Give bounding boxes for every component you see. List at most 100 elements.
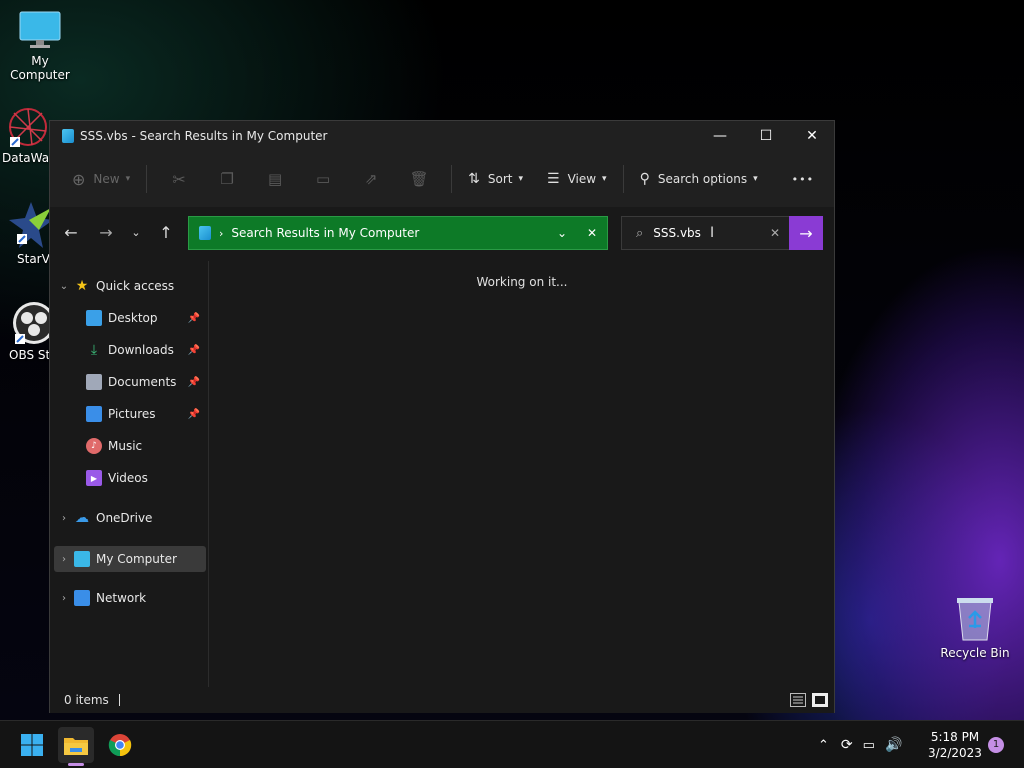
taskbar-chrome[interactable] xyxy=(102,727,138,763)
windows-logo-icon xyxy=(21,734,43,756)
search-go-button[interactable]: → xyxy=(789,216,823,250)
volume-icon[interactable]: 🔊 xyxy=(885,737,902,753)
sort-icon: ⇅ xyxy=(468,171,480,187)
search-results-pane: Working on it... xyxy=(210,261,834,687)
desktop-icon-recycle-bin[interactable]: Recycle Bin xyxy=(935,596,1015,660)
status-bar: 0 items xyxy=(50,687,834,713)
monitor-icon xyxy=(18,10,62,50)
new-label: New xyxy=(93,172,120,186)
sidebar-item-music[interactable]: ♪ Music xyxy=(54,434,206,458)
clock-date: 3/2/2023 xyxy=(928,746,982,760)
chevron-down-icon: ▾ xyxy=(125,174,131,184)
paste-button[interactable]: ▤ xyxy=(251,163,299,195)
minimize-icon: — xyxy=(713,128,727,144)
clear-search-button[interactable]: ✕ xyxy=(760,226,790,240)
start-button[interactable] xyxy=(14,727,50,763)
cut-button[interactable]: ✂ xyxy=(155,163,203,195)
file-icon xyxy=(62,129,74,143)
taskbar: ⌃ ⟳ ▭ 🔊 5:18 PM 3/2/2023 1 xyxy=(0,720,1024,768)
search-options-label: Search options xyxy=(657,172,748,186)
desktop-icon-label: My Computer xyxy=(10,54,70,82)
search-box[interactable]: ⌕ SSS.vbs I ✕ xyxy=(621,216,791,250)
desktop-icon-label: Recycle Bin xyxy=(940,646,1010,660)
view-list-icon: ☰ xyxy=(547,171,560,187)
details-view-icon xyxy=(793,696,803,704)
sync-icon[interactable]: ⟳ xyxy=(841,737,853,753)
network-status-icon[interactable]: ▭ xyxy=(863,738,875,753)
notification-badge[interactable]: 1 xyxy=(988,737,1004,753)
sidebar-item-desktop[interactable]: Desktop 📌 xyxy=(54,306,206,330)
window-title: SSS.vbs - Search Results in My Computer xyxy=(80,129,328,143)
rename-icon: ▭ xyxy=(316,170,331,188)
sort-button[interactable]: ⇅ Sort ▾ xyxy=(460,163,531,195)
view-button[interactable]: ☰ View ▾ xyxy=(539,163,615,195)
pin-icon: 📌 xyxy=(187,376,200,388)
share-icon: ⇗ xyxy=(364,170,378,188)
search-options-button[interactable]: ⚲ Search options ▾ xyxy=(632,163,766,195)
arrow-right-icon: → xyxy=(799,223,813,243)
up-button[interactable]: ↑ xyxy=(154,220,178,244)
sidebar-item-my-computer[interactable]: › My Computer xyxy=(54,546,206,572)
search-options-icon: ⚲ xyxy=(639,171,650,187)
sidebar-item-pictures[interactable]: Pictures 📌 xyxy=(54,402,206,426)
see-more-button[interactable]: ••• xyxy=(784,163,822,195)
copy-button[interactable]: ❐ xyxy=(203,163,251,195)
chevron-up-icon[interactable]: ⌃ xyxy=(818,738,829,753)
address-dropdown-button[interactable]: ⌄ xyxy=(547,226,577,240)
sidebar-item-label: Desktop xyxy=(108,311,158,325)
clock[interactable]: 5:18 PM 3/2/2023 xyxy=(920,729,990,761)
details-view-button[interactable] xyxy=(790,693,806,707)
folder-icon xyxy=(64,738,88,755)
forward-button[interactable]: → xyxy=(94,220,118,244)
search-input[interactable]: SSS.vbs xyxy=(653,226,760,240)
sidebar-item-documents[interactable]: Documents 📌 xyxy=(54,370,206,394)
close-icon: ✕ xyxy=(806,128,818,144)
clock-time: 5:18 PM xyxy=(930,730,980,744)
trash-icon: 🗑 xyxy=(409,170,429,188)
pane-divider[interactable] xyxy=(208,261,209,687)
recent-locations-button[interactable]: ⌄ xyxy=(124,220,148,244)
pin-icon: 📌 xyxy=(187,408,200,420)
desktop-icon-my-computer[interactable]: My Computer xyxy=(0,10,80,82)
music-icon: ♪ xyxy=(86,438,102,454)
address-clear-button[interactable]: ✕ xyxy=(577,226,607,240)
pictures-icon xyxy=(86,406,102,422)
new-button[interactable]: ⊕ New ▾ xyxy=(64,163,138,195)
close-button[interactable]: ✕ xyxy=(789,121,835,151)
sidebar-item-quick-access[interactable]: ⌄ ★ Quick access xyxy=(54,274,206,298)
sidebar-item-onedrive[interactable]: › ☁ OneDrive xyxy=(54,506,206,530)
address-text: Search Results in My Computer xyxy=(231,226,420,240)
address-bar[interactable]: › Search Results in My Computer ⌄ ✕ xyxy=(188,216,608,250)
large-icons-view-icon xyxy=(815,696,825,704)
sidebar-item-label: Music xyxy=(108,439,143,453)
chevron-down-icon: ⌄ xyxy=(131,225,141,239)
desktop-folder-icon xyxy=(86,310,102,326)
delete-button[interactable]: 🗑 xyxy=(395,163,443,195)
sidebar-item-network[interactable]: › Network xyxy=(54,586,206,610)
navigation-pane: ⌄ ★ Quick access Desktop 📌 ⤓ Downloads 📌… xyxy=(50,261,208,687)
sidebar-item-videos[interactable]: ▶ Videos xyxy=(54,466,206,490)
sidebar-item-label: Downloads xyxy=(108,343,174,357)
sidebar-item-downloads[interactable]: ⤓ Downloads 📌 xyxy=(54,338,206,362)
large-icons-view-button[interactable] xyxy=(812,693,828,707)
maximize-button[interactable]: ☐ xyxy=(743,121,789,151)
sidebar-item-label: Quick access xyxy=(96,279,175,293)
share-button[interactable]: ⇗ xyxy=(347,163,395,195)
sidebar-item-label: OneDrive xyxy=(96,511,153,525)
expand-chevron-icon: ⌄ xyxy=(59,280,69,292)
minimize-button[interactable]: — xyxy=(697,121,743,151)
chrome-icon xyxy=(108,734,132,757)
toolbar-divider xyxy=(146,165,148,193)
chevron-down-icon: ▾ xyxy=(518,174,523,184)
command-bar: ⊕ New ▾ ✂ ❐ ▤ ▭ ⇗ 🗑 ⇅ Sort ▾ ☰ View ▾ ⚲ … xyxy=(50,151,834,207)
rename-button[interactable]: ▭ xyxy=(299,163,347,195)
network-icon xyxy=(74,590,90,606)
back-button[interactable]: ← xyxy=(59,220,83,244)
sidebar-item-label: Documents xyxy=(108,375,177,389)
active-indicator xyxy=(68,763,84,766)
cloud-icon: ☁ xyxy=(75,510,89,526)
taskbar-file-explorer[interactable] xyxy=(58,727,94,766)
title-bar[interactable]: SSS.vbs - Search Results in My Computer … xyxy=(50,121,834,151)
copy-icon: ❐ xyxy=(220,170,234,188)
paste-icon: ▤ xyxy=(268,170,283,188)
